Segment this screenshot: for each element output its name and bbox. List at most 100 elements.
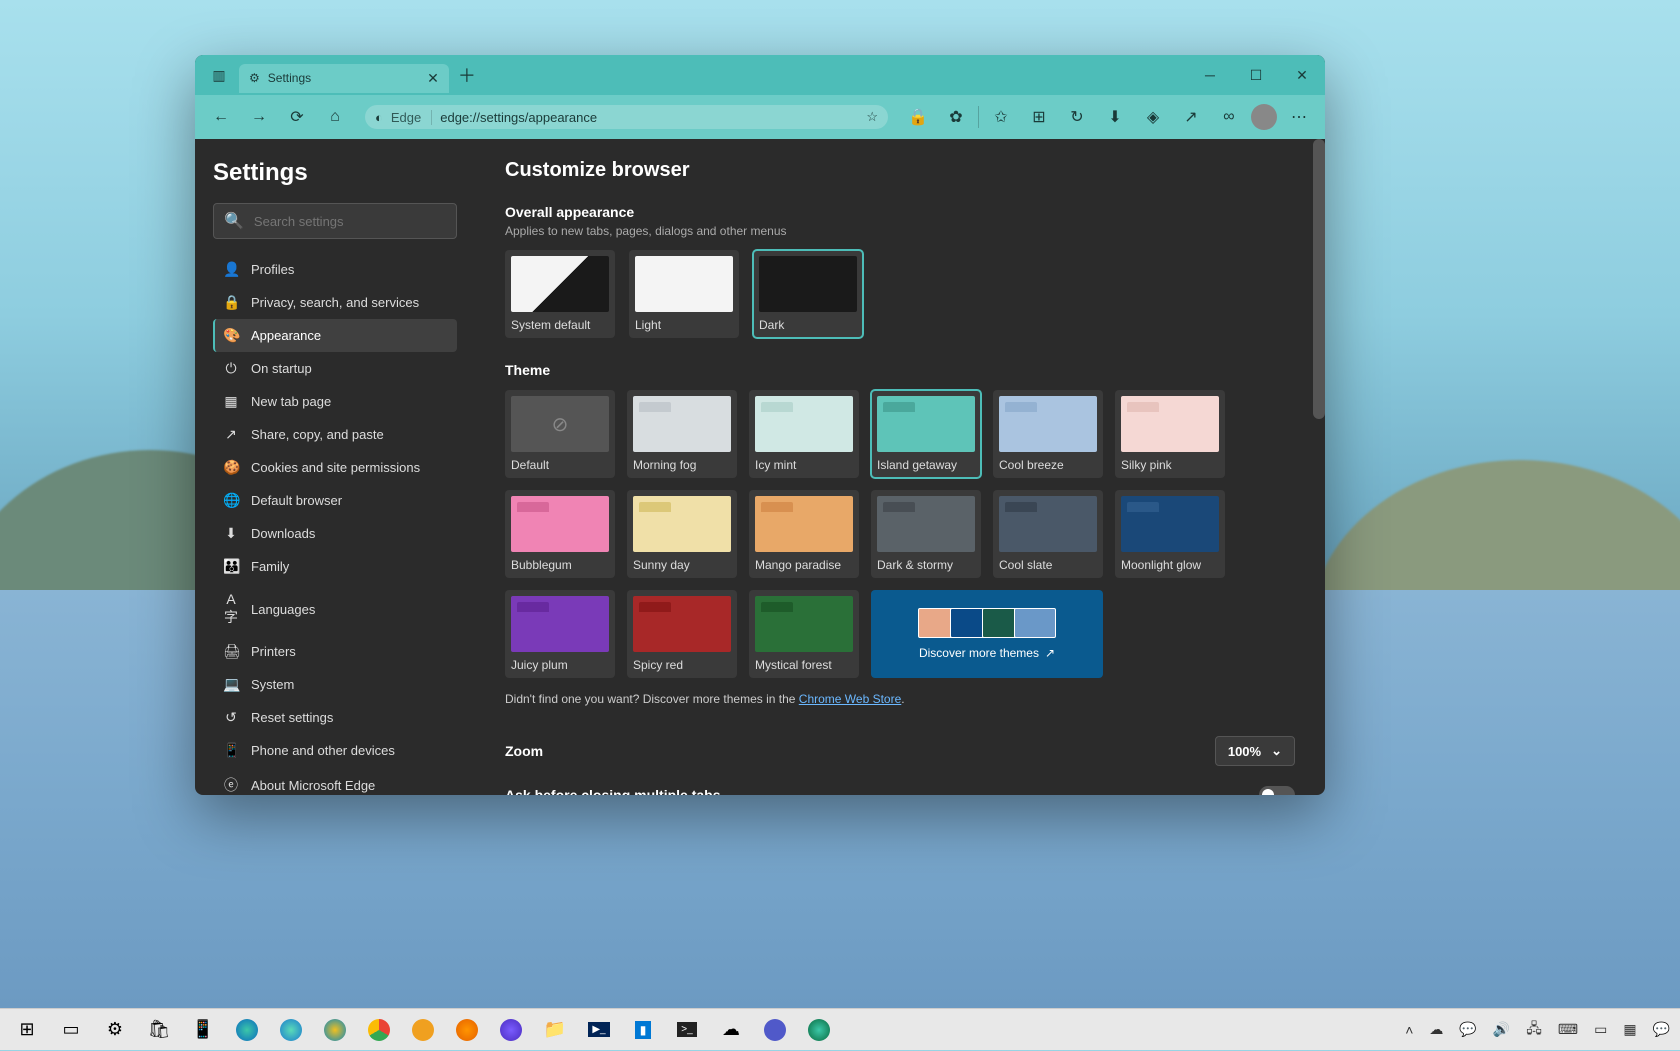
onedrive-tray-icon[interactable]: ☁: [1425, 1021, 1447, 1038]
collections-icon[interactable]: ⊞: [1023, 101, 1055, 133]
explorer-icon[interactable]: 📁: [534, 1009, 576, 1051]
refresh-button[interactable]: ⟳: [281, 101, 313, 133]
overall-appearance-sub: Applies to new tabs, pages, dialogs and …: [505, 224, 1295, 238]
edge-logo-icon: ◐: [375, 110, 383, 125]
forward-button[interactable]: →: [243, 101, 275, 133]
close-tab-icon[interactable]: ✕: [427, 70, 439, 87]
favorite-icon[interactable]: ☆: [866, 109, 878, 125]
sidebar-item-new-tab-page[interactable]: ▦New tab page: [213, 385, 457, 418]
chat-tray-icon[interactable]: 💬: [1455, 1021, 1480, 1038]
profile-avatar[interactable]: [1251, 104, 1277, 130]
chrome-icon[interactable]: [358, 1009, 400, 1051]
theme-icy-mint[interactable]: Icy mint: [749, 390, 859, 478]
history-icon[interactable]: ↻: [1061, 101, 1093, 133]
coupon-icon[interactable]: ◈: [1137, 101, 1169, 133]
store-icon[interactable]: 🛍: [138, 1009, 180, 1051]
toolbar: ← → ⟳ ⌂ ◐ Edge edge://settings/appearanc…: [195, 95, 1325, 139]
appearance-option-dark[interactable]: Dark: [753, 250, 863, 338]
chrome-canary-icon[interactable]: [402, 1009, 444, 1051]
maximize-button[interactable]: ☐: [1233, 55, 1279, 95]
sidebar-item-printers[interactable]: 🖨Printers: [213, 635, 457, 668]
edge-dev-icon[interactable]: [798, 1009, 840, 1051]
theme-dark-stormy[interactable]: Dark & stormy: [871, 490, 981, 578]
theme-sunny-day[interactable]: Sunny day: [627, 490, 737, 578]
theme-juicy-plum[interactable]: Juicy plum: [505, 590, 615, 678]
theme-default[interactable]: ⊘Default: [505, 390, 615, 478]
sidebar-item-reset-settings[interactable]: ↺Reset settings: [213, 701, 457, 734]
keyboard-tray-icon[interactable]: ⌨: [1554, 1021, 1582, 1038]
teams-icon[interactable]: [754, 1009, 796, 1051]
theme-mango-paradise[interactable]: Mango paradise: [749, 490, 859, 578]
search-settings[interactable]: 🔍: [213, 203, 457, 239]
scrollbar[interactable]: [1313, 139, 1325, 419]
vscode-icon[interactable]: ▮: [622, 1009, 664, 1051]
home-button[interactable]: ⌂: [319, 101, 351, 133]
share-icon[interactable]: ↗: [1175, 101, 1207, 133]
minimize-button[interactable]: ─: [1187, 55, 1233, 95]
task-view-icon[interactable]: ▭: [50, 1009, 92, 1051]
sidebar-item-family[interactable]: 👪Family: [213, 550, 457, 583]
discover-more-themes[interactable]: Discover more themes↗: [871, 590, 1103, 678]
settings-task-icon[interactable]: ⚙: [94, 1009, 136, 1051]
theme-silky-pink[interactable]: Silky pink: [1115, 390, 1225, 478]
edge-icon[interactable]: [226, 1009, 268, 1051]
ime-icon[interactable]: ▦: [1619, 1021, 1640, 1038]
sidebar-item-default-browser[interactable]: 🌐Default browser: [213, 484, 457, 517]
ask-close-label: Ask before closing multiple tabs: [505, 787, 721, 795]
onedrive-icon[interactable]: ☁: [710, 1009, 752, 1051]
appearance-option-light[interactable]: Light: [629, 250, 739, 338]
theme-spicy-red[interactable]: Spicy red: [627, 590, 737, 678]
sidebar-item-languages[interactable]: A字Languages: [213, 583, 457, 635]
powershell-icon[interactable]: ▶_: [578, 1009, 620, 1051]
extensions-icon[interactable]: ✿: [940, 101, 972, 133]
address-url: edge://settings/appearance: [440, 110, 597, 125]
firefox-icon[interactable]: [446, 1009, 488, 1051]
sidebar-item-share-copy-and-paste[interactable]: ↗Share, copy, and paste: [213, 418, 457, 451]
game-icon[interactable]: ∞: [1213, 101, 1245, 133]
sidebar-item-downloads[interactable]: ⬇Downloads: [213, 517, 457, 550]
input-tray-icon[interactable]: ▭: [1590, 1021, 1611, 1038]
theme-moonlight-glow[interactable]: Moonlight glow: [1115, 490, 1225, 578]
theme-morning-fog[interactable]: Morning fog: [627, 390, 737, 478]
sidebar-item-cookies-and-site-permissions[interactable]: 🍪Cookies and site permissions: [213, 451, 457, 484]
terminal-icon[interactable]: >_: [666, 1009, 708, 1051]
zoom-select[interactable]: 100% ⌄: [1215, 736, 1295, 766]
new-tab-button[interactable]: ＋: [453, 61, 481, 89]
phone-icon[interactable]: 📱: [182, 1009, 224, 1051]
downloads-icon[interactable]: ⬇: [1099, 101, 1131, 133]
edge-beta-icon[interactable]: [270, 1009, 312, 1051]
vertical-tabs-icon[interactable]: ▥: [203, 59, 235, 91]
theme-island-getaway[interactable]: Island getaway: [871, 390, 981, 478]
network-icon[interactable]: 🖧: [1522, 1018, 1546, 1042]
back-button[interactable]: ←: [205, 101, 237, 133]
sidebar-item-phone-and-other-devices[interactable]: 📱Phone and other devices: [213, 734, 457, 767]
start-button[interactable]: ⊞: [6, 1009, 48, 1051]
zoom-row: Zoom 100% ⌄: [505, 726, 1295, 776]
theme-bubblegum[interactable]: Bubblegum: [505, 490, 615, 578]
appearance-option-system-default[interactable]: System default: [505, 250, 615, 338]
volume-icon[interactable]: 🔊: [1489, 1021, 1514, 1038]
close-window-button[interactable]: ✕: [1279, 55, 1325, 95]
lock-icon[interactable]: 🔒: [902, 101, 934, 133]
tray-chevron-icon[interactable]: ˄: [1401, 1022, 1417, 1038]
chrome-web-store-link[interactable]: Chrome Web Store: [799, 692, 902, 706]
sidebar-item-on-startup[interactable]: ⏻On startup: [213, 352, 457, 385]
favorites-icon[interactable]: ✩: [985, 101, 1017, 133]
address-bar[interactable]: ◐ Edge edge://settings/appearance ☆: [365, 105, 888, 129]
firefox-dev-icon[interactable]: [490, 1009, 532, 1051]
edge-canary-icon[interactable]: [314, 1009, 356, 1051]
theme-cool-breeze[interactable]: Cool breeze: [993, 390, 1103, 478]
menu-icon[interactable]: ⋯: [1283, 101, 1315, 133]
sidebar-item-profiles[interactable]: 👤Profiles: [213, 253, 457, 286]
browser-tab[interactable]: ⚙ Settings ✕: [239, 64, 449, 93]
theme-cool-slate[interactable]: Cool slate: [993, 490, 1103, 578]
theme-mystical-forest[interactable]: Mystical forest: [749, 590, 859, 678]
sidebar-item-appearance[interactable]: 🎨Appearance: [213, 319, 457, 352]
sidebar-item-privacy-search-and-services[interactable]: 🔒Privacy, search, and services: [213, 286, 457, 319]
ask-close-toggle[interactable]: [1259, 786, 1295, 795]
sidebar-item-system[interactable]: 💻System: [213, 668, 457, 701]
taskbar: ⊞ ▭ ⚙ 🛍 📱 📁 ▶_ ▮ >_ ☁ ˄ ☁ 💬 🔊 🖧 ⌨ ▭ ▦ 💬: [0, 1008, 1680, 1050]
search-input[interactable]: [254, 214, 446, 229]
action-center-icon[interactable]: 💬: [1649, 1021, 1674, 1038]
sidebar-item-about-microsoft-edge[interactable]: ⓔAbout Microsoft Edge: [213, 767, 457, 795]
